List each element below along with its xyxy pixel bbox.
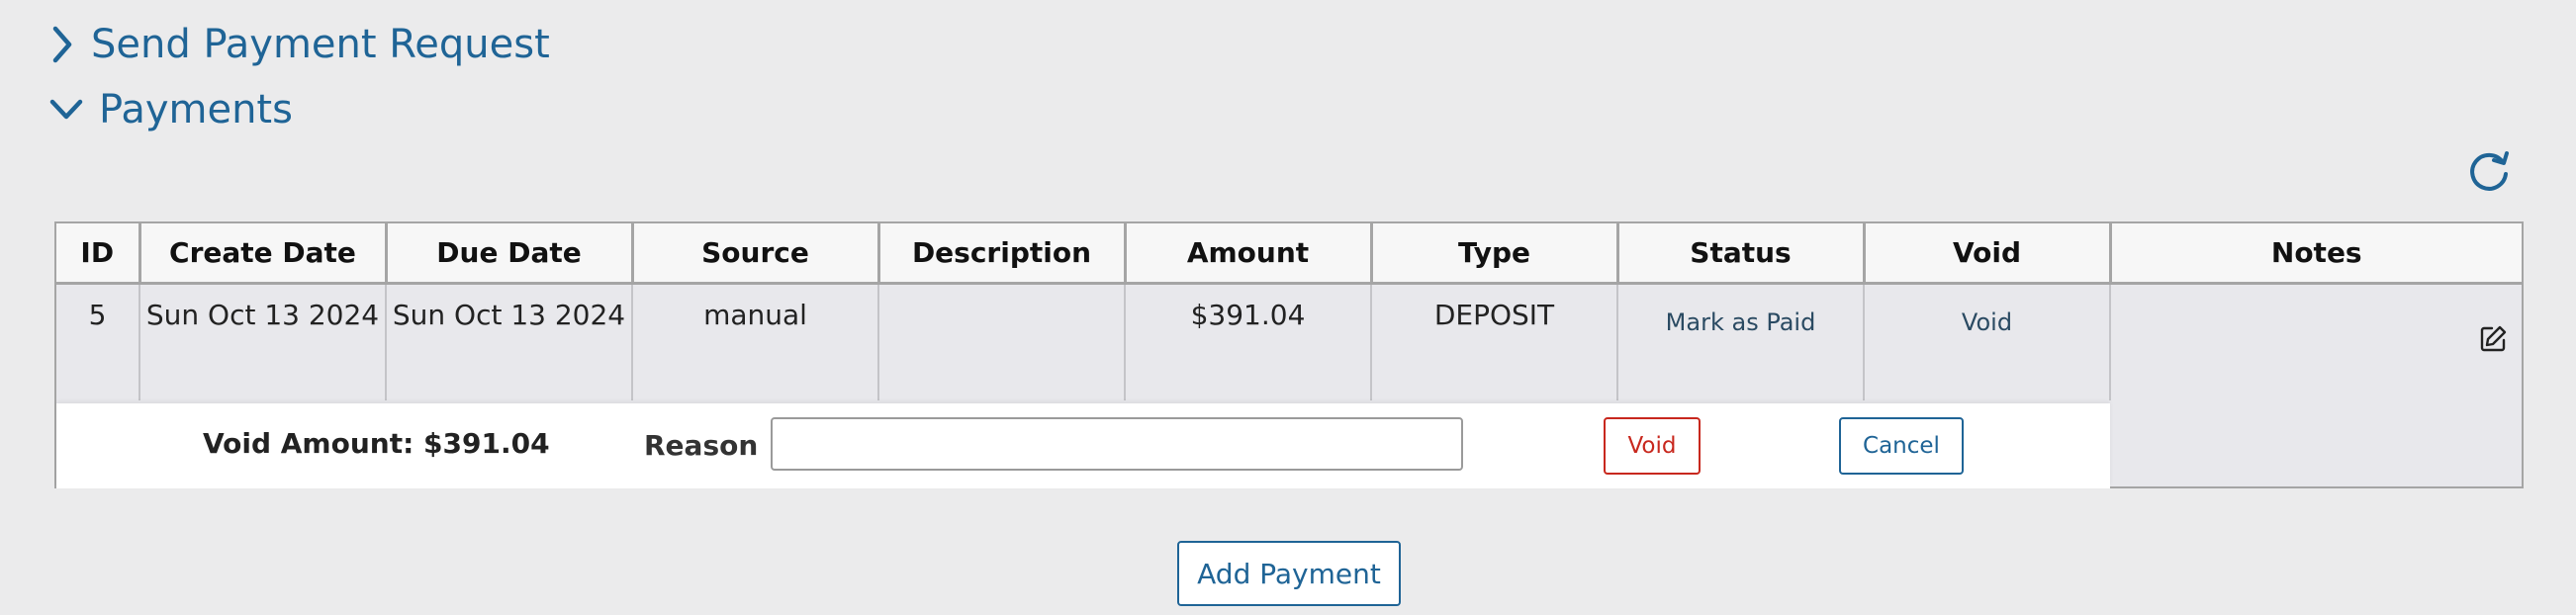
cell-type: DEPOSIT [1371,283,1618,400]
send-payment-request-toggle[interactable]: Send Payment Request [49,22,550,67]
cell-description [878,283,1126,400]
cell-create-date: Sun Oct 13 2024 [139,283,387,400]
column-header-type: Type [1371,223,1619,285]
refresh-icon[interactable] [2463,148,2515,200]
cell-amount: $391.04 [1125,283,1372,400]
column-header-create-date: Create Date [139,223,388,285]
column-header-description: Description [878,223,1127,285]
send-payment-request-title: Send Payment Request [91,22,550,67]
add-payment-button[interactable]: Add Payment [1177,541,1401,606]
column-header-amount: Amount [1125,223,1373,285]
column-header-source: Source [632,223,880,285]
reason-input[interactable] [771,417,1463,471]
cell-id: 5 [56,283,140,400]
void-link[interactable]: Void [1962,308,2012,336]
column-header-due-date: Due Date [386,223,634,285]
cell-due-date: Sun Oct 13 2024 [386,283,633,400]
void-confirm-button[interactable]: Void [1604,417,1701,475]
reason-label: Reason [644,429,759,462]
void-amount-label: Void Amount: $391.04 [203,427,550,460]
mark-as-paid-link[interactable]: Mark as Paid [1666,308,1816,336]
column-header-status: Status [1617,223,1866,285]
payments-toggle[interactable]: Payments [49,87,293,132]
chevron-right-icon [52,26,72,63]
payments-table: ID Create Date Due Date Source Descripti… [54,221,2524,488]
column-header-id: ID [56,223,141,285]
cell-status: Mark as Paid [1617,283,1865,400]
void-form: Void Amount: $391.04 Reason Void Cancel [56,403,2110,488]
edit-icon[interactable] [2478,324,2508,354]
cancel-button[interactable]: Cancel [1839,417,1964,475]
cell-source: manual [632,283,879,400]
cell-notes [2110,283,2522,400]
chevron-down-icon [49,99,83,120]
payments-title: Payments [99,87,293,132]
table-row: 5 Sun Oct 13 2024 Sun Oct 13 2024 manual… [56,283,2522,400]
column-header-notes: Notes [2110,223,2522,285]
cell-void: Void [1864,283,2111,400]
table-header-row: ID Create Date Due Date Source Descripti… [56,223,2522,285]
column-header-void: Void [1864,223,2112,285]
